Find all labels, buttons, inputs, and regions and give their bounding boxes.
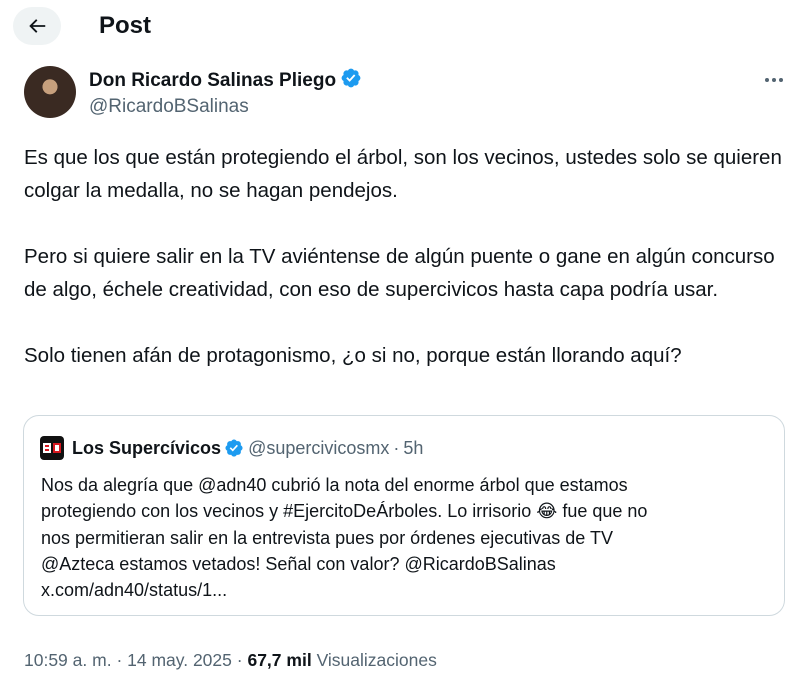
quoted-text-line: nos permitieran salir en la entrevista p… bbox=[41, 528, 613, 548]
avatar[interactable] bbox=[24, 66, 76, 118]
quoted-text-line: protegiendo con los vecinos y #EjercitoD… bbox=[41, 498, 771, 525]
quoted-post-text: Nos da alegría que @adn40 cubrió la nota… bbox=[41, 472, 771, 603]
verified-badge-icon bbox=[341, 68, 361, 88]
quoted-author-handle: @supercivicosmx bbox=[248, 437, 390, 458]
laughing-emoji-icon: 😂 bbox=[536, 501, 558, 522]
page-title: Post bbox=[99, 12, 152, 39]
more-horizontal-icon bbox=[765, 78, 783, 82]
post-time[interactable]: 10:59 a. m. bbox=[24, 650, 112, 670]
arrow-left-icon bbox=[29, 19, 46, 33]
meta-separator: · bbox=[236, 650, 243, 670]
quoted-text-segment: fue que no bbox=[562, 501, 648, 521]
more-button[interactable] bbox=[758, 66, 790, 94]
back-button[interactable] bbox=[13, 7, 61, 45]
quoted-text-segment: protegiendo con los vecinos y #EjercitoD… bbox=[41, 501, 532, 521]
tweet-text: Es que los que están protegiendo el árbo… bbox=[24, 141, 794, 372]
author-name[interactable]: Don Ricardo Salinas Pliego bbox=[89, 67, 362, 93]
verified-badge-icon bbox=[225, 439, 243, 457]
quoted-post[interactable]: Los Supercívicos @supercivicosmx · 5h No… bbox=[23, 415, 785, 616]
quoted-text-line: x.com/adn40/status/1... bbox=[41, 580, 228, 600]
views-label: Visualizaciones bbox=[316, 650, 437, 670]
post-date[interactable]: 14 may. 2025 bbox=[127, 650, 232, 670]
tweet-paragraph: Pero si quiere salir en la TV aviéntense… bbox=[24, 245, 775, 301]
quoted-text-line: Nos da alegría que @adn40 cubrió la nota… bbox=[41, 475, 628, 495]
author-name-text: Don Ricardo Salinas Pliego bbox=[89, 70, 337, 91]
meta-separator: · bbox=[393, 437, 400, 458]
quoted-author-name: Los Supercívicos bbox=[72, 437, 222, 458]
supercivicos-logo-icon bbox=[40, 436, 64, 460]
views-count: 67,7 mil bbox=[247, 650, 312, 670]
meta-separator: · bbox=[116, 650, 123, 670]
quoted-text-line: @Azteca estamos vetados! Señal con valor… bbox=[41, 554, 556, 574]
quoted-post-time: 5h bbox=[403, 437, 424, 458]
author-handle[interactable]: @RicardoBSalinas bbox=[89, 95, 249, 119]
tweet-paragraph: Es que los que están protegiendo el árbo… bbox=[24, 146, 782, 202]
header: Post bbox=[0, 0, 808, 52]
quoted-post-header: Los Supercívicos @supercivicosmx · 5h bbox=[40, 436, 423, 460]
tweet-paragraph: Solo tienen afán de protagonismo, ¿o si … bbox=[24, 344, 682, 367]
post-meta: 10:59 a. m. · 14 may. 2025 · 67,7 mil Vi… bbox=[24, 648, 437, 672]
